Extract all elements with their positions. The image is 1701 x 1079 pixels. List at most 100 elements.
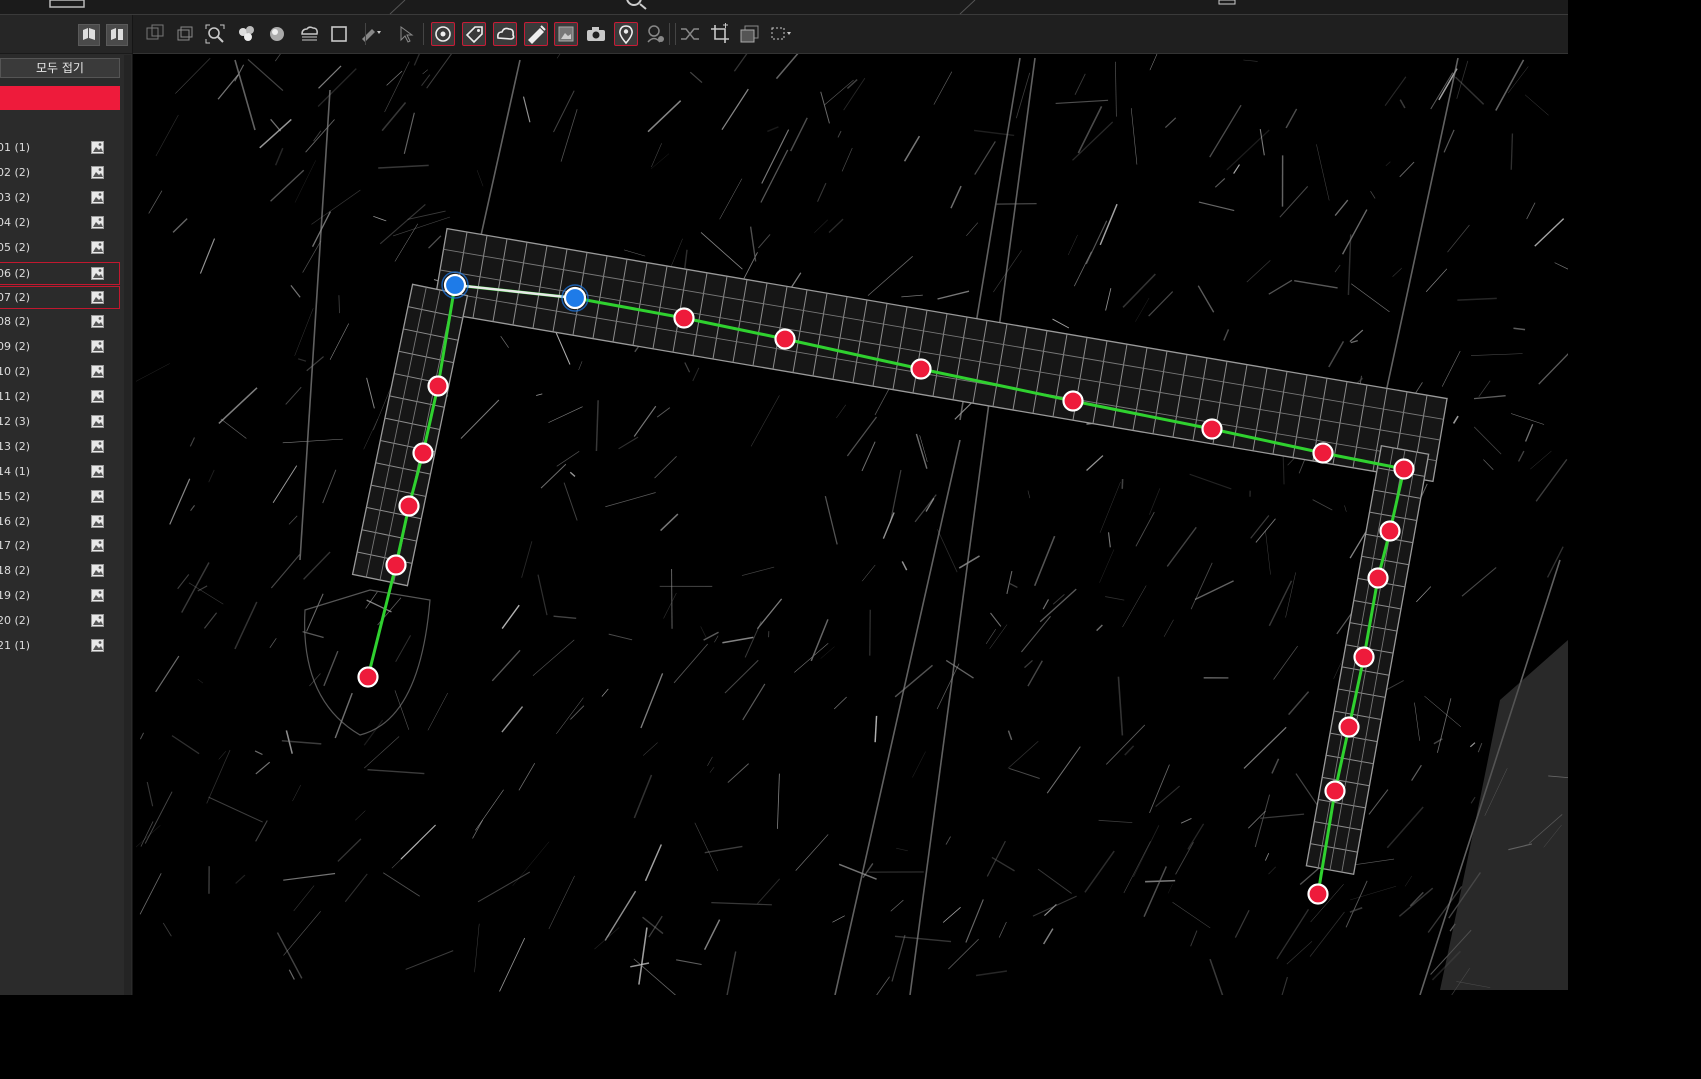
- top-tab-strip: [0, 0, 1568, 15]
- crop-tool-button[interactable]: [708, 22, 732, 46]
- selected-station-marker[interactable]: [443, 273, 467, 297]
- station-marker[interactable]: [398, 495, 420, 517]
- image-icon[interactable]: [91, 614, 104, 628]
- selected-station-marker[interactable]: [563, 286, 587, 310]
- target-tool-button[interactable]: [431, 22, 455, 46]
- station-marker[interactable]: [412, 442, 434, 464]
- station-marker[interactable]: [774, 328, 796, 350]
- station-label: 016 (2): [0, 514, 31, 528]
- panel-tool-button-1[interactable]: [78, 24, 100, 46]
- image-icon[interactable]: [91, 240, 104, 254]
- image-icon[interactable]: [91, 340, 104, 354]
- station-marker[interactable]: [385, 554, 407, 576]
- station-row[interactable]: 019 (2): [0, 585, 120, 608]
- panel-tool-button-2[interactable]: [106, 24, 128, 46]
- image-stack-tool-button[interactable]: [738, 22, 762, 46]
- station-marker[interactable]: [673, 307, 695, 329]
- station-row[interactable]: 011 (2): [0, 386, 120, 409]
- point-cloud-viewport[interactable]: [136, 54, 1568, 995]
- ruler-tool-button[interactable]: [524, 22, 548, 46]
- image-tool-button[interactable]: [554, 22, 578, 46]
- station-marker[interactable]: [1353, 646, 1375, 668]
- station-row[interactable]: 013 (2): [0, 436, 120, 459]
- spheres-tool-button[interactable]: [235, 22, 259, 46]
- target-icon: [435, 26, 451, 42]
- station-row[interactable]: 006 (2): [0, 261, 120, 285]
- selection-dropdown-tool-button[interactable]: [768, 22, 792, 46]
- image-icon[interactable]: [91, 291, 104, 305]
- station-row[interactable]: 014 (1): [0, 461, 120, 484]
- station-row[interactable]: 005 (2): [0, 237, 120, 260]
- sphere-tool-button[interactable]: [265, 22, 289, 46]
- station-row[interactable]: 003 (2): [0, 187, 120, 210]
- copy-layers-tool-button[interactable]: [143, 22, 167, 46]
- image-icon[interactable]: [91, 414, 104, 428]
- image-icon[interactable]: [91, 589, 104, 603]
- station-label: 020 (2): [0, 614, 31, 628]
- station-marker[interactable]: [1312, 442, 1334, 464]
- station-row[interactable]: 020 (2): [0, 610, 120, 633]
- image-icon[interactable]: [91, 439, 104, 453]
- image-icon[interactable]: [91, 464, 104, 478]
- station-row[interactable]: 010 (2): [0, 361, 120, 384]
- station-marker[interactable]: [910, 358, 932, 380]
- station-marker[interactable]: [1393, 458, 1415, 480]
- image-icon[interactable]: [91, 165, 104, 179]
- collapse-all-button[interactable]: 모두 접기: [0, 58, 120, 78]
- shuffle-tool-button[interactable]: [678, 22, 702, 46]
- location-pin-tool-button[interactable]: [614, 22, 638, 46]
- image-icon[interactable]: [91, 639, 104, 652]
- station-marker[interactable]: [1201, 418, 1223, 440]
- station-row[interactable]: 008 (2): [0, 311, 120, 334]
- image-icon[interactable]: [91, 141, 104, 154]
- station-row[interactable]: 012 (3): [0, 411, 120, 434]
- active-group-bar[interactable]: [0, 86, 120, 110]
- image-icon[interactable]: [91, 390, 104, 403]
- square-tool-button[interactable]: [327, 22, 351, 46]
- station-row[interactable]: 017 (2): [0, 535, 120, 558]
- station-row[interactable]: 016 (2): [0, 511, 120, 534]
- station-row[interactable]: 001 (1): [0, 137, 120, 160]
- image-icon[interactable]: [91, 266, 104, 280]
- image-icon[interactable]: [91, 315, 104, 329]
- user-location-tool-button[interactable]: [644, 22, 668, 46]
- zoom-fit-tool-button[interactable]: [203, 22, 227, 46]
- station-marker[interactable]: [1367, 567, 1389, 589]
- station-marker[interactable]: [427, 375, 449, 397]
- camera-tool-button[interactable]: [584, 22, 608, 46]
- image-icon[interactable]: [91, 190, 104, 204]
- station-marker[interactable]: [357, 666, 379, 688]
- measure-dropdown-tool-button[interactable]: [358, 22, 382, 46]
- station-row[interactable]: 007 (2): [0, 286, 120, 310]
- station-row[interactable]: 004 (2): [0, 212, 120, 235]
- station-row[interactable]: 002 (2): [0, 162, 120, 185]
- panel-scrollbar[interactable]: [124, 55, 131, 995]
- image-icon[interactable]: [91, 564, 104, 578]
- station-marker[interactable]: [1324, 780, 1346, 802]
- cloud-list-tool-button[interactable]: [297, 22, 321, 46]
- duplicate-tool-button[interactable]: [173, 22, 197, 46]
- cloud-tool-button[interactable]: [493, 22, 517, 46]
- station-row[interactable]: 018 (2): [0, 560, 120, 583]
- selection-dropdown-icon: [771, 27, 791, 40]
- station-label: 011 (2): [0, 390, 31, 403]
- image-icon[interactable]: [91, 365, 104, 379]
- image-icon[interactable]: [91, 514, 104, 528]
- document-icon[interactable]: [1218, 0, 1236, 5]
- station-row[interactable]: 015 (2): [0, 486, 120, 509]
- window-icon[interactable]: [49, 0, 85, 8]
- station-row[interactable]: 021 (1): [0, 635, 120, 658]
- pick-tool-button[interactable]: [396, 22, 420, 46]
- station-label: 009 (2): [0, 340, 31, 354]
- station-marker[interactable]: [1379, 520, 1401, 542]
- image-icon[interactable]: [91, 489, 104, 503]
- station-row[interactable]: 009 (2): [0, 336, 120, 359]
- station-marker[interactable]: [1338, 716, 1360, 738]
- tag-tool-button[interactable]: [462, 22, 486, 46]
- image-icon[interactable]: [91, 215, 104, 229]
- crop-icon: [711, 23, 729, 43]
- station-marker[interactable]: [1062, 390, 1084, 412]
- image-icon[interactable]: [91, 539, 104, 553]
- station-marker[interactable]: [1307, 883, 1329, 905]
- search-icon[interactable]: [626, 0, 642, 6]
